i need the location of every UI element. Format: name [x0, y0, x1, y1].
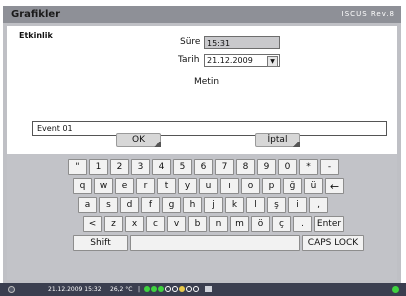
key-d[interactable]: d — [120, 197, 139, 213]
key-u-umlaut[interactable]: ü — [304, 178, 323, 194]
key-period[interactable]: . — [293, 216, 312, 232]
chevron-down-icon[interactable]: ▼ — [267, 56, 278, 67]
key-minus[interactable]: - — [320, 159, 339, 175]
key-i[interactable]: i — [288, 197, 307, 213]
key-a[interactable]: a — [78, 197, 97, 213]
key-1[interactable]: 1 — [89, 159, 108, 175]
date-select[interactable]: 21.12.2009 ▼ — [204, 54, 280, 67]
power-icon[interactable] — [8, 286, 15, 293]
key-l[interactable]: l — [246, 197, 265, 213]
date-value: 21.12.2009 — [207, 56, 253, 65]
key-s[interactable]: s — [99, 197, 118, 213]
screen-icon — [205, 286, 212, 292]
key-s-cedilla[interactable]: ş — [267, 197, 286, 213]
brand-logo: ISCUS Rev.8 — [341, 10, 395, 18]
key-7[interactable]: 7 — [215, 159, 234, 175]
date-label: Tarih — [178, 55, 200, 65]
key-z[interactable]: z — [104, 216, 123, 232]
key-r[interactable]: r — [136, 178, 155, 194]
key-asterisk[interactable]: * — [299, 159, 318, 175]
key-quote[interactable]: " — [68, 159, 87, 175]
app-window: Grafikler ISCUS Rev.8 Etkinlik Süre 15:3… — [3, 6, 401, 283]
key-u[interactable]: u — [199, 178, 218, 194]
status-led-icon — [151, 286, 157, 292]
key-b[interactable]: b — [188, 216, 207, 232]
connection-icon — [392, 286, 399, 293]
key-n[interactable]: n — [209, 216, 228, 232]
key-y[interactable]: y — [178, 178, 197, 194]
ok-button[interactable]: OK — [116, 133, 161, 147]
key-v[interactable]: v — [167, 216, 186, 232]
key-3[interactable]: 3 — [131, 159, 150, 175]
section-label: Etkinlik — [19, 31, 53, 40]
cancel-button[interactable]: İptal — [255, 133, 300, 147]
status-led-icon — [193, 286, 199, 292]
status-led-icon — [172, 286, 178, 292]
key-e[interactable]: e — [115, 178, 134, 194]
key-dotless-i[interactable]: ı — [220, 178, 239, 194]
key-f[interactable]: f — [141, 197, 160, 213]
key-h[interactable]: h — [183, 197, 202, 213]
key-0[interactable]: 0 — [278, 159, 297, 175]
shift-key[interactable]: Shift — [73, 235, 128, 251]
on-screen-keyboard: " 1 2 3 4 5 6 7 8 9 0 * - q w e r t y u … — [7, 154, 397, 280]
status-datetime: 21.12.2009 15:32 — [48, 286, 102, 293]
key-c-cedilla[interactable]: ç — [272, 216, 291, 232]
key-k[interactable]: k — [225, 197, 244, 213]
text-label: Metin — [194, 77, 220, 87]
text-input[interactable]: Event 01 — [32, 121, 387, 136]
enter-key[interactable]: Enter — [314, 216, 344, 232]
key-o-umlaut[interactable]: ö — [251, 216, 270, 232]
space-key[interactable] — [130, 235, 300, 251]
caps-lock-key[interactable]: CAPS LOCK — [302, 235, 364, 251]
key-q[interactable]: q — [73, 178, 92, 194]
key-less-than[interactable]: < — [83, 216, 102, 232]
key-w[interactable]: w — [94, 178, 113, 194]
key-9[interactable]: 9 — [257, 159, 276, 175]
key-comma[interactable]: , — [309, 197, 328, 213]
status-temperature: 26,2 °C — [110, 286, 133, 293]
event-form: Etkinlik Süre 15:31 Tarih 21.12.2009 ▼ M… — [7, 26, 397, 154]
window-title: Grafikler — [11, 9, 61, 20]
key-p[interactable]: p — [262, 178, 281, 194]
key-2[interactable]: 2 — [110, 159, 129, 175]
key-t[interactable]: t — [157, 178, 176, 194]
backspace-icon[interactable]: ← — [325, 178, 344, 194]
key-5[interactable]: 5 — [173, 159, 192, 175]
key-o[interactable]: o — [241, 178, 260, 194]
key-6[interactable]: 6 — [194, 159, 213, 175]
status-bar: 21.12.2009 15:32 26,2 °C | — [0, 283, 406, 296]
key-x[interactable]: x — [125, 216, 144, 232]
key-8[interactable]: 8 — [236, 159, 255, 175]
status-led-icon — [179, 286, 185, 292]
title-bar: Grafikler ISCUS Rev.8 — [3, 6, 401, 23]
key-g-breve[interactable]: ğ — [283, 178, 302, 194]
duration-field[interactable]: 15:31 — [204, 36, 280, 49]
key-m[interactable]: m — [230, 216, 249, 232]
status-led-icon — [144, 286, 150, 292]
duration-label: Süre — [180, 37, 201, 47]
key-j[interactable]: j — [204, 197, 223, 213]
status-led-icon — [158, 286, 164, 292]
status-led-icon — [186, 286, 192, 292]
key-g[interactable]: g — [162, 197, 181, 213]
status-led-icon — [165, 286, 171, 292]
key-4[interactable]: 4 — [152, 159, 171, 175]
key-c[interactable]: c — [146, 216, 165, 232]
